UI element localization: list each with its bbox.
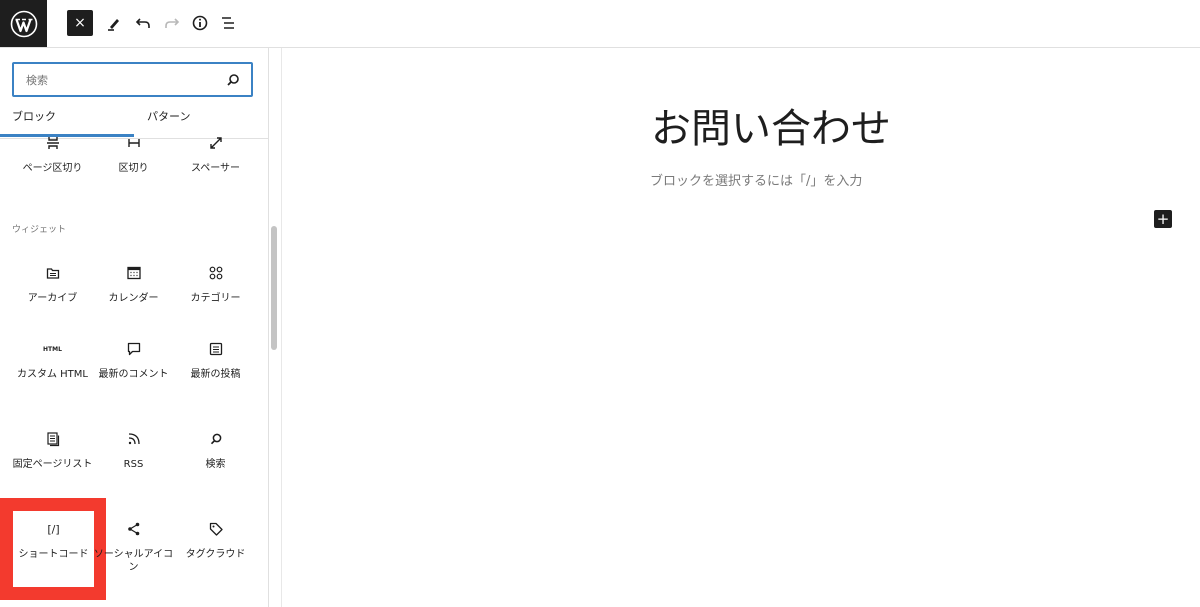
redo-icon [165, 18, 180, 28]
tab-patterns-label: パターン [147, 110, 191, 123]
latest-posts-icon [175, 338, 256, 360]
block-spacer-label: スペーサー [190, 163, 241, 174]
page-list-icon [12, 428, 93, 450]
spacer-icon [175, 132, 256, 154]
undo-button[interactable] [130, 10, 156, 36]
block-page-break-label: ページ区切り [22, 163, 83, 174]
info-icon [192, 15, 208, 31]
block-spacer[interactable]: スペーサー [175, 132, 256, 175]
page-break-icon [12, 132, 93, 154]
block-separator[interactable]: 区切り [93, 132, 174, 175]
block-archive[interactable]: アーカイブ [12, 262, 93, 305]
block-separator-label: 区切り [118, 163, 149, 174]
categories-icon [175, 262, 256, 284]
archive-icon [12, 262, 93, 284]
close-inserter-button[interactable]: × [67, 10, 93, 36]
undo-icon [135, 18, 150, 28]
block-calendar-label: カレンダー [108, 293, 159, 304]
block-categories[interactable]: カテゴリー [175, 262, 256, 305]
block-social-icons[interactable]: ソーシャルアイコン [93, 518, 174, 574]
tag-icon [175, 518, 256, 540]
block-tag-cloud[interactable]: タグクラウド [175, 518, 256, 561]
list-view-icon [222, 17, 234, 29]
block-shortcode-label: ショートコード [18, 549, 89, 560]
shortcode-icon: [/] [13, 518, 94, 540]
tools-button[interactable] [101, 10, 127, 36]
search-field-container [12, 62, 253, 97]
plus-icon: + [1156, 209, 1170, 228]
comment-icon [93, 338, 174, 360]
close-icon: × [74, 15, 86, 31]
pencil-icon [108, 19, 119, 31]
block-rss-label: RSS [123, 459, 144, 470]
block-custom-html[interactable]: HTML カスタム HTML [12, 338, 93, 381]
block-page-break[interactable]: ページ区切り [12, 132, 93, 175]
block-shortcode[interactable]: [/] ショートコード [13, 518, 94, 561]
block-latest-posts[interactable]: 最新の投稿 [175, 338, 256, 381]
details-button[interactable] [187, 10, 213, 36]
rss-icon [93, 428, 174, 450]
share-icon [93, 518, 174, 540]
block-categories-label: カテゴリー [190, 293, 241, 304]
page-title[interactable]: お問い合わせ [651, 96, 891, 154]
block-page-list[interactable]: 固定ページリスト [12, 428, 93, 471]
block-placeholder[interactable]: ブロックを選択するには「/」を入力 [650, 170, 862, 189]
block-rss[interactable]: RSS [93, 428, 174, 471]
block-page-list-label: 固定ページリスト [12, 459, 93, 470]
calendar-icon [93, 262, 174, 284]
block-latest-comments[interactable]: 最新のコメント [93, 338, 174, 381]
block-social-icons-label: ソーシャルアイコン [93, 549, 174, 573]
block-custom-html-label: カスタム HTML [16, 369, 88, 380]
search-block-icon [175, 428, 256, 450]
block-search-label: 検索 [205, 459, 226, 470]
separator-icon [93, 132, 174, 154]
search-icon[interactable] [225, 72, 241, 88]
block-latest-comments-label: 最新のコメント [98, 369, 169, 380]
sidebar-divider [281, 48, 282, 607]
block-calendar[interactable]: カレンダー [93, 262, 174, 305]
block-archive-label: アーカイブ [27, 293, 78, 304]
block-search[interactable]: 検索 [175, 428, 256, 471]
list-view-button[interactable] [215, 10, 241, 36]
top-toolbar: × [0, 0, 1200, 48]
tab-blocks-label: ブロック [12, 110, 56, 123]
redo-button[interactable] [159, 10, 185, 36]
widgets-section-title: ウィジェット [12, 225, 67, 235]
sidebar-scrollbar[interactable] [271, 226, 277, 350]
block-latest-posts-label: 最新の投稿 [190, 369, 241, 380]
add-block-button[interactable]: + [1154, 210, 1172, 228]
shortcode-icon-text: [/] [47, 522, 60, 536]
html-icon: HTML [12, 338, 93, 360]
block-tag-cloud-label: タグクラウド [185, 549, 246, 560]
wordpress-logo-icon[interactable] [0, 0, 47, 47]
search-input[interactable] [24, 64, 218, 97]
html-icon-text: HTML [43, 345, 62, 353]
